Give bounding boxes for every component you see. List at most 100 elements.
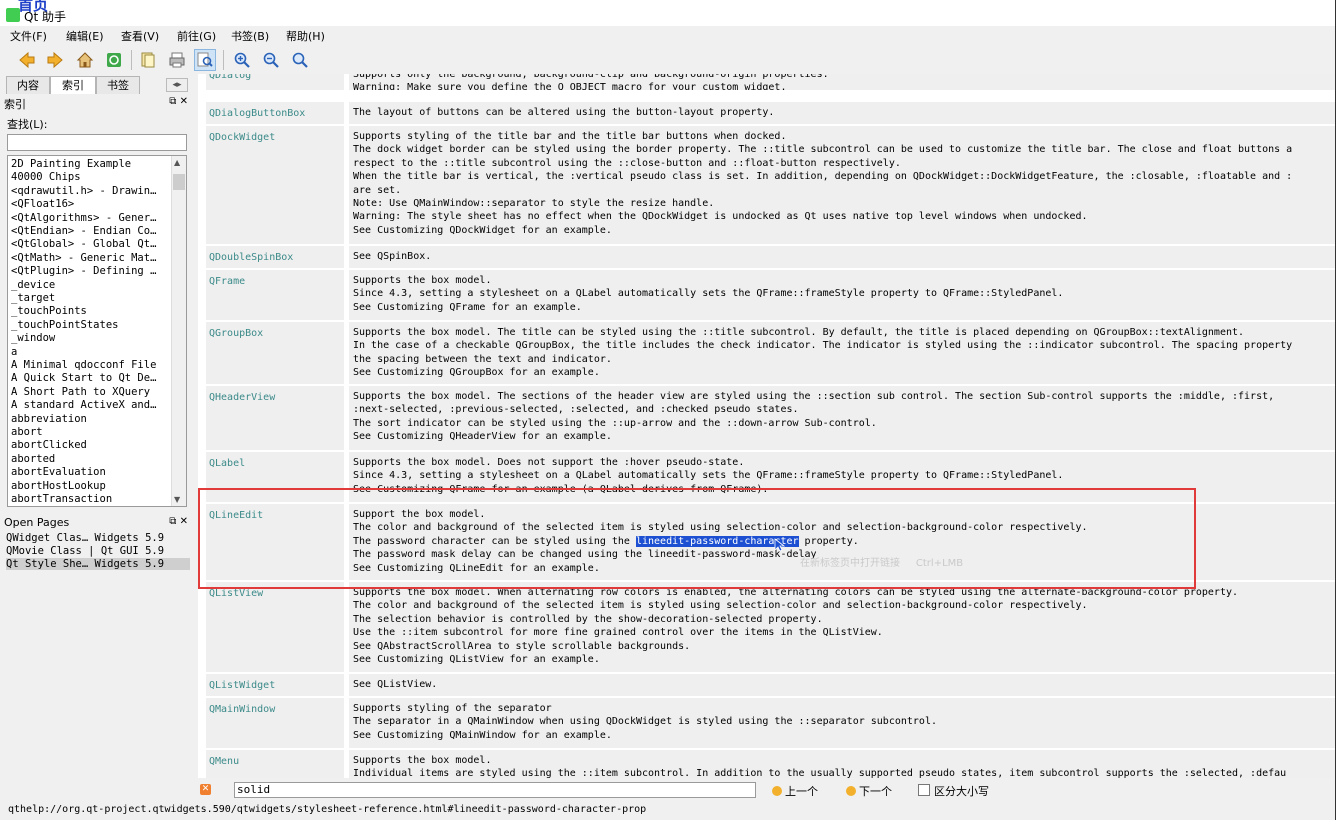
table-row: QDialogButtonBox The layout of buttons ca…: [198, 102, 1336, 124]
open-page-item[interactable]: QWidget Clas… Widgets 5.9: [6, 532, 190, 544]
tab-bookmarks[interactable]: 书签: [96, 76, 140, 94]
back-icon[interactable]: [16, 49, 38, 71]
index-item[interactable]: _device: [11, 279, 161, 291]
description-line: respect to the ::title subcontrol using …: [353, 157, 901, 169]
index-item[interactable]: <QtAlgorithms> - Gener…: [11, 212, 161, 224]
index-item[interactable]: _window: [11, 332, 161, 344]
widget-description: Supports the box model. The title can be…: [349, 322, 1336, 384]
overlay-text: 首页: [18, 0, 49, 14]
forward-icon[interactable]: [44, 49, 66, 71]
description-line: Individual items are styled using the ::…: [353, 768, 1287, 778]
index-item[interactable]: 40000 Chips: [11, 171, 161, 183]
index-item[interactable]: a: [11, 346, 161, 358]
open-page-item[interactable]: Qt Style She… Widgets 5.9: [6, 558, 190, 570]
description-line: Warning: Make sure you define the Q_OBJE…: [353, 82, 787, 90]
find-input[interactable]: solid: [234, 782, 756, 798]
index-item[interactable]: A Quick Start to Qt De…: [11, 372, 161, 384]
find-previous-button[interactable]: 上一个: [772, 783, 818, 799]
index-item[interactable]: abortTransaction: [11, 493, 161, 505]
description-line: See Customizing QGroupBox for an example…: [353, 367, 600, 379]
close-find-icon[interactable]: ✕: [200, 784, 211, 795]
case-sensitive-checkbox[interactable]: 区分大小写: [918, 783, 989, 799]
index-item[interactable]: abortHostLookup: [11, 480, 161, 492]
dock-float-close-icon[interactable]: ⧉ ✕: [169, 516, 188, 527]
index-item[interactable]: _touchPoints: [11, 305, 161, 317]
menu-bar: 文件(F) 编辑(E) 查看(V) 前往(G) 书签(B) 帮助(H): [0, 26, 1336, 44]
index-item[interactable]: A standard ActiveX and…: [11, 399, 161, 411]
index-item[interactable]: <QtGlobal> - Global Qt…: [11, 238, 161, 250]
index-item[interactable]: A Minimal qdocconf File: [11, 359, 161, 371]
zoom-reset-icon[interactable]: [289, 49, 311, 71]
scroll-up-icon[interactable]: ▲: [174, 158, 180, 167]
index-scrollbar[interactable]: ▲ ▼: [171, 156, 186, 506]
index-item[interactable]: _touchPointStates: [11, 319, 161, 331]
sync-icon[interactable]: [103, 49, 125, 71]
widget-name-link[interactable]: QListWidget: [206, 674, 344, 696]
index-item[interactable]: <qdrawutil.h> - Drawin…: [11, 185, 161, 197]
document-view[interactable]: QDialog Supports only the background, bac…: [198, 74, 1336, 778]
dock-float-close-icon[interactable]: ⧉ ✕: [169, 96, 188, 107]
menu-view[interactable]: 查看(V): [121, 28, 159, 44]
menu-go[interactable]: 前往(G): [177, 28, 216, 44]
title-bar: Qt 助手 首页: [0, 0, 1336, 26]
widget-name-link[interactable]: QListView: [206, 582, 344, 672]
widget-name-link[interactable]: QMenu: [206, 750, 344, 778]
index-item[interactable]: 2D Painting Example: [11, 158, 161, 170]
index-item[interactable]: abortEvaluation: [11, 466, 161, 478]
widget-name-link[interactable]: QGroupBox: [206, 322, 344, 384]
index-item[interactable]: aborted: [11, 453, 161, 465]
index-item[interactable]: A Short Path to XQuery: [11, 386, 161, 398]
zoom-out-icon[interactable]: [260, 49, 282, 71]
index-list[interactable]: 2D Painting Example 40000 Chips <qdrawutil…: [7, 155, 187, 507]
widget-name-link[interactable]: QFrame: [206, 270, 344, 320]
zoom-in-icon[interactable]: [231, 49, 253, 71]
description-line: The layout of buttons can be altered usi…: [353, 107, 775, 118]
index-search-input[interactable]: [7, 134, 187, 151]
menu-help[interactable]: 帮助(H): [286, 28, 325, 44]
checkbox-icon: [918, 784, 930, 796]
table-row: QMenu Supports the box model. Individual i…: [198, 750, 1336, 778]
widget-name-link[interactable]: QHeaderView: [206, 386, 344, 450]
description-line: Since 4.3, setting a stylesheet on a QLa…: [353, 470, 1064, 482]
description-line: See Customizing QMainWindow for an examp…: [353, 729, 612, 741]
table-row: QListView Supports the box model. When al…: [198, 582, 1336, 672]
index-item[interactable]: <QtEndian> - Endian Co…: [11, 225, 161, 237]
table-row: QDockWidget Supports styling of the title…: [198, 126, 1336, 244]
home-icon[interactable]: [74, 49, 96, 71]
index-item[interactable]: abbreviation: [11, 413, 161, 425]
index-item[interactable]: abort: [11, 426, 161, 438]
widget-name-link[interactable]: QDoubleSpinBox: [206, 246, 344, 268]
scroll-down-icon[interactable]: ▼: [174, 495, 180, 504]
print-icon[interactable]: [166, 49, 188, 71]
open-pages-dock-header: Open Pages ⧉ ✕: [4, 516, 190, 530]
previous-arrow-icon: [772, 786, 782, 796]
scroll-thumb[interactable]: [173, 174, 185, 190]
description-line: See Customizing QHeaderView for an examp…: [353, 431, 612, 443]
menu-edit[interactable]: 编辑(E): [66, 28, 104, 44]
description-line: Since 4.3, setting a stylesheet on a QLa…: [353, 288, 1064, 300]
menu-file[interactable]: 文件(F): [10, 28, 47, 44]
widget-name-link[interactable]: QMainWindow: [206, 698, 344, 748]
index-item[interactable]: <QFloat16>: [11, 198, 161, 210]
description-line: See QSpinBox.: [353, 251, 432, 262]
widget-name-link[interactable]: QDialog: [206, 74, 344, 90]
copy-icon[interactable]: [137, 49, 159, 71]
index-item[interactable]: <QtPlugin> - Defining …: [11, 265, 161, 277]
index-item[interactable]: abortClicked: [11, 439, 161, 451]
find-next-button[interactable]: 下一个: [846, 783, 892, 799]
menu-bookmarks[interactable]: 书签(B): [231, 28, 269, 44]
tab-contents[interactable]: 内容: [6, 76, 50, 94]
widget-name-link[interactable]: QDockWidget: [206, 126, 344, 244]
widget-name-link[interactable]: QDialogButtonBox: [206, 102, 344, 124]
open-page-item[interactable]: QMovie Class | Qt GUI 5.9: [6, 545, 190, 557]
description-line: See QListView.: [353, 679, 438, 690]
find-icon[interactable]: [194, 49, 216, 71]
index-item[interactable]: <QtMath> - Generic Mat…: [11, 252, 161, 264]
tab-index[interactable]: 索引: [50, 76, 96, 94]
tab-scroll-arrows[interactable]: ◂▸: [166, 78, 188, 92]
description-line: The sort indicator can be styled using t…: [353, 417, 877, 429]
description-line: The color and background of the selected…: [353, 600, 1088, 612]
status-bar: qthelp://org.qt-project.qtwidgets.590/qt…: [0, 802, 1336, 820]
tab-more[interactable]: [140, 76, 160, 94]
index-item[interactable]: _target: [11, 292, 161, 304]
